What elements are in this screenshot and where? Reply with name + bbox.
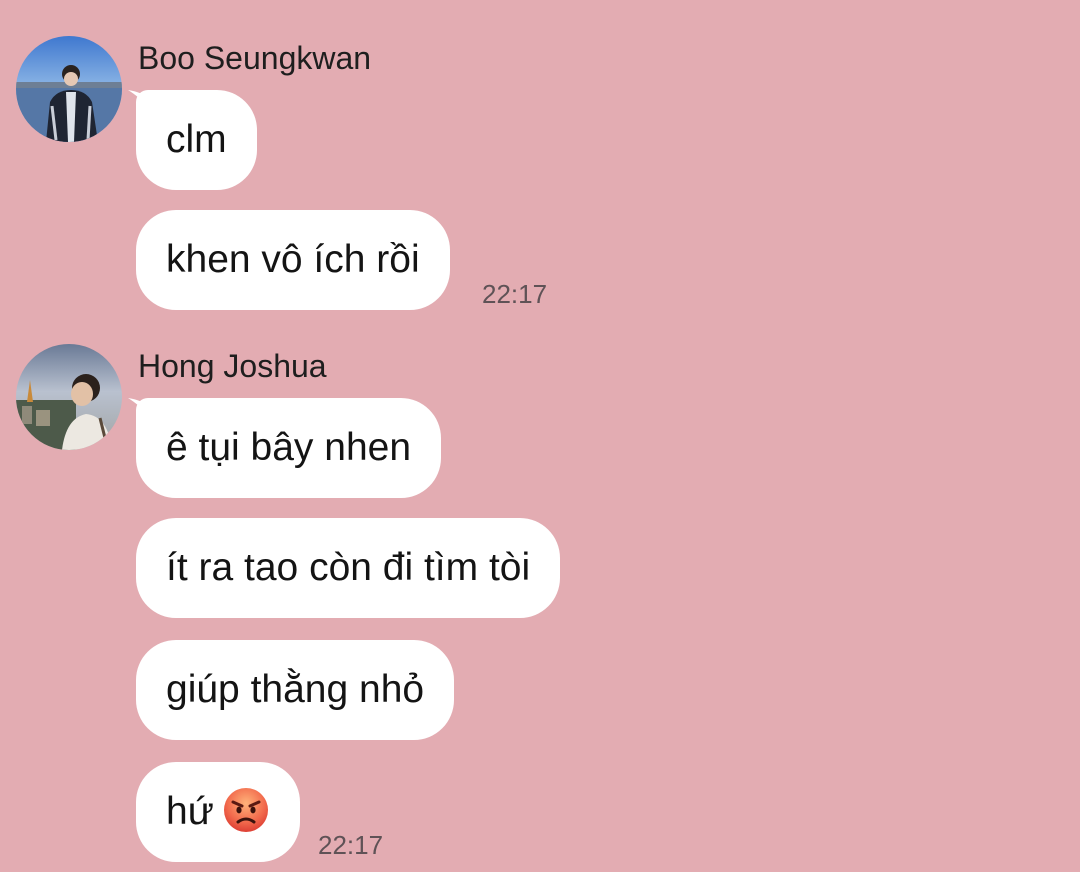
message-bubble[interactable]: giúp thằng nhỏ: [136, 640, 455, 740]
message-timestamp: 22:17: [318, 830, 384, 860]
message-bubble[interactable]: ít ra tao còn đi tìm tòi: [136, 518, 561, 618]
message-bubble[interactable]: clm: [136, 90, 257, 190]
avatar-photo-icon: [16, 36, 122, 142]
message-bubble[interactable]: ê tụi bây nhen: [136, 398, 442, 498]
message-bubble[interactable]: khen vô ích rồi: [136, 210, 450, 310]
avatar-photo-icon: [16, 344, 122, 450]
message-bubble-with-emoji[interactable]: hứ: [136, 762, 300, 862]
angry-face-emoji-icon: [222, 786, 270, 834]
sender-name: Hong Joshua: [138, 348, 327, 384]
avatar[interactable]: [16, 36, 122, 142]
message-timestamp: 22:17: [482, 279, 548, 309]
sender-name: Boo Seungkwan: [138, 40, 372, 76]
avatar[interactable]: [16, 344, 122, 450]
message-text: hứ: [166, 790, 214, 833]
